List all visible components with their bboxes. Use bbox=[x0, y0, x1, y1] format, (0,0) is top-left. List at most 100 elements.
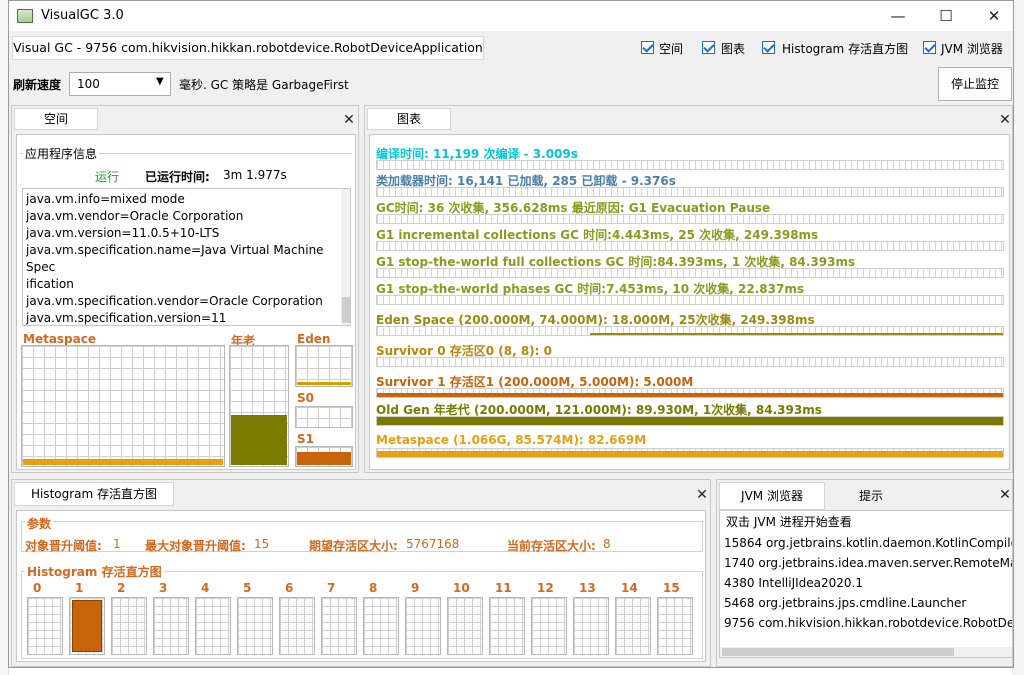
hist-bucket-label: 2 bbox=[117, 581, 126, 595]
prop-line: java.vm.vendor=Oracle Corporation bbox=[26, 209, 244, 223]
prop-line: ification bbox=[26, 277, 74, 291]
s1-label: S1 bbox=[295, 432, 316, 446]
hist-bucket bbox=[195, 597, 231, 655]
chart-content: 编译时间: 11,199 次编译 - 3.009s 类加载器时间: 16,141 … bbox=[369, 134, 1010, 470]
histogram-panel: Histogram 存活直方图 ✕ 参数 对象晋升阈值: 1 最大对象晋升阈值:… bbox=[11, 479, 711, 667]
eden-label: Eden bbox=[295, 332, 333, 346]
tab-hints[interactable]: 提示 bbox=[829, 485, 913, 509]
chart-row-label: Metaspace (1.066G, 85.574M): 82.669M bbox=[376, 433, 647, 447]
hist-bucket bbox=[321, 597, 357, 655]
metaspace-fill bbox=[23, 459, 223, 465]
chart-row-fill bbox=[377, 451, 1003, 457]
old-grid bbox=[229, 345, 289, 467]
chart-row-track bbox=[376, 448, 1004, 458]
refresh-label: 刷新速度 bbox=[13, 78, 62, 92]
jvm-hscrollbar[interactable] bbox=[720, 647, 1012, 657]
scrollbar-thumb[interactable] bbox=[342, 297, 350, 323]
chart-row-track bbox=[376, 241, 1004, 251]
hist-bucket-label: 12 bbox=[537, 581, 554, 595]
metaspace-label: Metaspace bbox=[21, 332, 98, 346]
prop-line: java.vm.specification.version=11 bbox=[26, 311, 227, 325]
checkbox-chart-label: 图表 bbox=[721, 42, 746, 56]
jvm-panel: JVM 浏览器 提示 ✕ 双击 JVM 进程开始查看 15864 org.jet… bbox=[716, 479, 1013, 667]
props-scrollbar[interactable] bbox=[341, 189, 350, 325]
main-tab-visualgc[interactable]: Visual GC - 9756 com.hikvision.hikkan.ro… bbox=[12, 36, 484, 60]
refresh-suffix: 毫秒. GC 策略是 GarbageFirst bbox=[179, 78, 349, 92]
hist-bucket bbox=[489, 597, 525, 655]
title-bar: VisualGC 3.0 — ☐ ✕ bbox=[9, 1, 1013, 31]
close-icon[interactable]: ✕ bbox=[998, 487, 1012, 503]
hist-bucket-label: 3 bbox=[159, 581, 168, 595]
hist-bucket bbox=[111, 597, 147, 655]
metaspace-grid bbox=[21, 345, 225, 467]
check-icon bbox=[702, 41, 715, 54]
params-title: 参数 bbox=[25, 515, 54, 532]
close-icon[interactable]: ✕ bbox=[998, 112, 1012, 128]
refresh-select-value: 100 bbox=[77, 77, 100, 91]
tab-histogram[interactable]: Histogram 存活直方图 bbox=[14, 482, 174, 506]
hist-bucket-label: 13 bbox=[579, 581, 596, 595]
hist-bucket-label: 1 bbox=[75, 581, 84, 595]
refresh-select[interactable]: 100 ▼ bbox=[69, 72, 171, 96]
app-info-title: 应用程序信息 bbox=[23, 145, 100, 162]
prop-line: java.vm.specification.vendor=Oracle Corp… bbox=[26, 294, 323, 308]
jvm-process-item[interactable]: 5468 org.jetbrains.jps.cmdline.Launcher bbox=[724, 593, 1012, 613]
checkbox-chart[interactable] bbox=[702, 41, 715, 54]
old-fill bbox=[231, 415, 287, 465]
param-label: 当前存活区大小: bbox=[507, 539, 596, 553]
minimize-button[interactable]: — bbox=[875, 1, 921, 31]
chart-row-track bbox=[376, 187, 1004, 197]
close-icon[interactable]: ✕ bbox=[695, 487, 709, 503]
uptime-label: 已运行时间: bbox=[145, 170, 210, 184]
tab-jvm-browser[interactable]: JVM 浏览器 bbox=[719, 482, 825, 510]
chart-row-track bbox=[376, 160, 1004, 170]
eden-fill bbox=[297, 382, 351, 385]
chart-row-track bbox=[376, 268, 1004, 278]
props-textarea[interactable]: java.vm.info=mixed mode java.vm.vendor=O… bbox=[22, 188, 351, 326]
jvm-process-item[interactable]: 1740 org.jetbrains.idea.maven.server.Rem… bbox=[724, 553, 1012, 573]
hist-bucket-label: 7 bbox=[327, 581, 336, 595]
close-button[interactable]: ✕ bbox=[971, 1, 1017, 31]
hist-bucket-label: 14 bbox=[621, 581, 638, 595]
param-value: 15 bbox=[254, 537, 270, 551]
chart-row-fill bbox=[377, 417, 1003, 425]
eden-grid bbox=[295, 345, 353, 387]
checkbox-space-label: 空间 bbox=[659, 42, 684, 56]
chart-row-track bbox=[376, 326, 1004, 336]
hist-bucket bbox=[405, 597, 441, 655]
checkbox-histogram-label: Histogram 存活直方图 bbox=[782, 42, 909, 56]
chart-row-track bbox=[376, 416, 1004, 426]
jvm-process-item[interactable]: 4380 IntelliJIdea2020.1 bbox=[724, 573, 1012, 593]
chart-row-track bbox=[376, 388, 1004, 398]
hist-bucket bbox=[69, 597, 105, 655]
hist-bucket-label: 0 bbox=[33, 581, 42, 595]
s1-grid bbox=[295, 446, 353, 467]
param-label: 最大对象晋升阈值: bbox=[145, 539, 246, 553]
hist-title: Histogram 存活直方图 bbox=[25, 563, 164, 580]
checkbox-histogram[interactable] bbox=[762, 41, 775, 54]
jvm-process-item[interactable]: 9756 com.hikvision.hikkan.robotdevice.Ro… bbox=[724, 613, 1012, 633]
hist-bucket-label: 4 bbox=[201, 581, 210, 595]
visualgc-window: VisualGC 3.0 — ☐ ✕ Visual GC - 9756 com.… bbox=[8, 0, 1014, 668]
hist-bucket-fill bbox=[72, 600, 102, 652]
jvm-process-item[interactable]: 15864 org.jetbrains.kotlin.daemon.Kotlin… bbox=[724, 533, 1012, 553]
param-label: 对象晋升阈值: bbox=[25, 539, 102, 553]
jvm-list: 双击 JVM 进程开始查看 15864 org.jetbrains.kotlin… bbox=[719, 510, 1013, 658]
checkbox-jvm[interactable] bbox=[923, 41, 936, 54]
histogram-content: 参数 对象晋升阈值: 1 最大对象晋升阈值: 15 期望存活区大小: 57671… bbox=[16, 510, 706, 662]
stop-monitor-button[interactable]: 停止监控 bbox=[938, 67, 1012, 101]
chart-row-fill bbox=[589, 333, 1003, 335]
hist-bucket bbox=[447, 597, 483, 655]
maximize-button[interactable]: ☐ bbox=[923, 1, 969, 31]
checkbox-space[interactable] bbox=[641, 41, 654, 54]
chart-row-track bbox=[376, 214, 1004, 224]
scrollbar-thumb[interactable] bbox=[722, 648, 954, 656]
close-icon[interactable]: ✕ bbox=[342, 112, 356, 128]
param-value: 8 bbox=[603, 537, 611, 551]
hist-bucket-label: 11 bbox=[495, 581, 512, 595]
tab-space[interactable]: 空间 bbox=[14, 108, 98, 130]
tab-chart[interactable]: 图表 bbox=[367, 108, 451, 130]
space-content: 应用程序信息 运行 已运行时间: 3m 1.977s java.vm.info=… bbox=[16, 134, 356, 470]
prop-line: java.vm.specification.name=Java Virtual … bbox=[26, 243, 324, 274]
check-icon bbox=[923, 41, 936, 54]
